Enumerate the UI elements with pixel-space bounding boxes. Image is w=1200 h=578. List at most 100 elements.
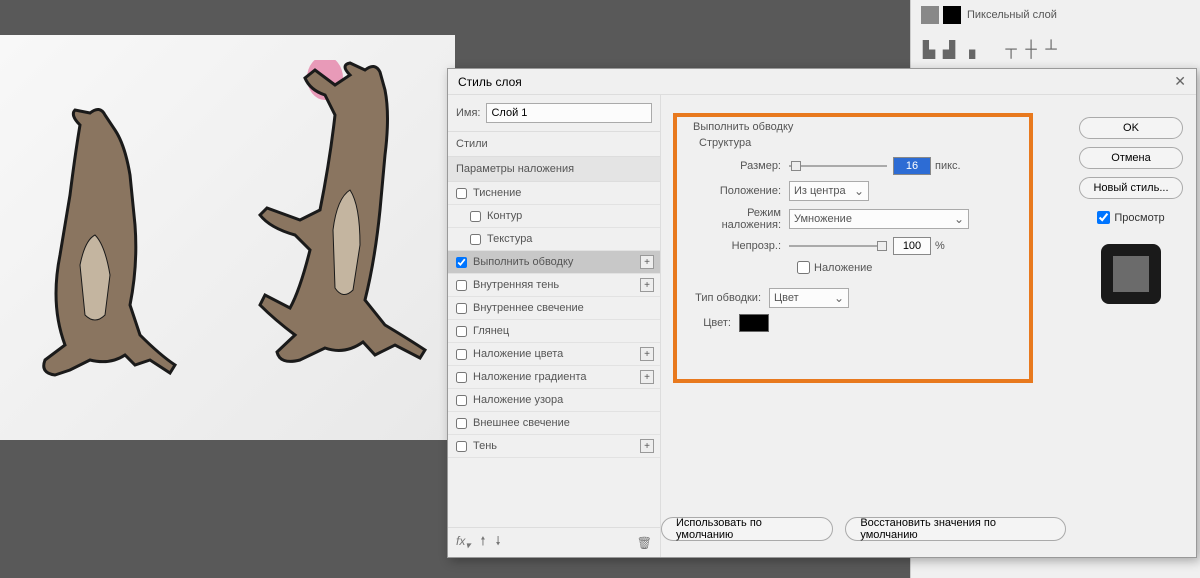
plus-icon[interactable]: + bbox=[640, 255, 654, 269]
opacity-input[interactable] bbox=[893, 237, 931, 255]
style-checkbox[interactable] bbox=[456, 188, 467, 199]
cat-figure-1 bbox=[20, 105, 210, 385]
style-item[interactable]: Глянец bbox=[448, 320, 660, 343]
reset-default-button[interactable]: Восстановить значения по умолчанию bbox=[845, 517, 1066, 541]
align-top-icon[interactable]: ┬ bbox=[1003, 42, 1019, 58]
arrow-down-icon[interactable]: 🠗 bbox=[496, 532, 501, 553]
layer-name-input[interactable] bbox=[486, 103, 652, 123]
params-header[interactable]: Параметры наложения bbox=[448, 157, 660, 182]
overlay-label: Наложение bbox=[814, 262, 872, 274]
opacity-slider[interactable] bbox=[789, 245, 887, 247]
fx-icon[interactable]: fx▾ bbox=[456, 534, 470, 551]
style-item[interactable]: Внутренняя тень + bbox=[448, 274, 660, 297]
style-item-label: Наложение узора bbox=[473, 394, 563, 406]
style-item[interactable]: Внутреннее свечение bbox=[448, 297, 660, 320]
style-checkbox[interactable] bbox=[456, 395, 467, 406]
opacity-unit: % bbox=[935, 240, 945, 252]
style-item[interactable]: Наложение узора bbox=[448, 389, 660, 412]
style-item[interactable]: Тень + bbox=[448, 435, 660, 458]
style-item[interactable]: Тиснение bbox=[448, 182, 660, 205]
align-left-icon[interactable]: ▙ bbox=[921, 42, 937, 58]
dialog-titlebar[interactable]: Стиль слоя ✕ bbox=[448, 69, 1196, 95]
plus-icon[interactable]: + bbox=[640, 370, 654, 384]
style-item-label: Контур bbox=[487, 210, 522, 222]
style-checkbox[interactable] bbox=[456, 280, 467, 291]
style-item-label: Тень bbox=[473, 440, 497, 452]
align-center-h-icon[interactable]: ▟ bbox=[941, 42, 957, 58]
size-input[interactable] bbox=[893, 157, 931, 175]
style-checkbox[interactable] bbox=[456, 257, 467, 268]
preview-checkbox[interactable] bbox=[1097, 211, 1110, 224]
layer-row[interactable]: Пиксельный слой bbox=[911, 0, 1200, 30]
opacity-label: Непрозр.: bbox=[693, 240, 789, 252]
style-checkbox[interactable] bbox=[456, 326, 467, 337]
cancel-button[interactable]: Отмена bbox=[1079, 147, 1183, 169]
style-item-label: Внешнее свечение bbox=[473, 417, 570, 429]
style-checkbox[interactable] bbox=[456, 372, 467, 383]
size-label: Размер: bbox=[693, 160, 789, 172]
trash-icon[interactable]: 🗑 bbox=[637, 536, 652, 550]
preview-thumbnail bbox=[1101, 244, 1161, 304]
stroke-section-title: Выполнить обводку bbox=[693, 121, 1034, 133]
style-item-label: Тиснение bbox=[473, 187, 521, 199]
structure-title: Структура bbox=[699, 137, 1034, 149]
style-item-label: Наложение цвета bbox=[473, 348, 563, 360]
canvas-area[interactable] bbox=[0, 35, 455, 440]
preview-label: Просмотр bbox=[1114, 212, 1164, 224]
size-slider[interactable] bbox=[789, 165, 887, 167]
layer-style-dialog: Стиль слоя ✕ Имя: Стили Параметры наложе… bbox=[447, 68, 1197, 558]
plus-icon[interactable]: + bbox=[640, 439, 654, 453]
size-unit: пикс. bbox=[935, 160, 961, 172]
style-checkbox[interactable] bbox=[456, 441, 467, 452]
blend-label: Режим наложения: bbox=[693, 207, 789, 231]
stroke-type-label: Тип обводки: bbox=[693, 292, 769, 304]
style-item-label: Наложение градиента bbox=[473, 371, 587, 383]
dialog-title-text: Стиль слоя bbox=[458, 75, 522, 89]
style-item[interactable]: Наложение градиента + bbox=[448, 366, 660, 389]
dialog-left-column: Имя: Стили Параметры наложения Тиснение К… bbox=[448, 95, 661, 557]
position-select[interactable]: Из центра bbox=[789, 181, 869, 201]
layer-label: Пиксельный слой bbox=[967, 9, 1057, 21]
style-checkbox[interactable] bbox=[456, 349, 467, 360]
stroke-type-select[interactable]: Цвет bbox=[769, 288, 849, 308]
align-bottom-icon[interactable]: ┴ bbox=[1043, 42, 1059, 58]
dialog-center: Выполнить обводку Структура Размер: пикс… bbox=[661, 95, 1066, 557]
style-item[interactable]: Текстура bbox=[448, 228, 660, 251]
overlay-checkbox[interactable] bbox=[797, 261, 810, 274]
fx-footer: fx▾ 🠕 🠗 🗑 bbox=[448, 527, 660, 557]
style-item-label: Глянец bbox=[473, 325, 509, 337]
style-item[interactable]: Наложение цвета + bbox=[448, 343, 660, 366]
style-item-label: Выполнить обводку bbox=[473, 256, 573, 268]
layer-mask-icon bbox=[943, 6, 961, 24]
style-checkbox[interactable] bbox=[456, 303, 467, 314]
style-item[interactable]: Контур bbox=[448, 205, 660, 228]
close-icon[interactable]: ✕ bbox=[1174, 73, 1186, 90]
style-item-label: Внутреннее свечение bbox=[473, 302, 584, 314]
color-label: Цвет: bbox=[693, 317, 739, 329]
blend-mode-select[interactable]: Умножение bbox=[789, 209, 969, 229]
styles-header[interactable]: Стили bbox=[448, 131, 660, 157]
align-center-v-icon[interactable]: ┼ bbox=[1023, 42, 1039, 58]
position-label: Положение: bbox=[693, 185, 789, 197]
style-item-label: Внутренняя тень bbox=[473, 279, 559, 291]
dialog-right-column: OK Отмена Новый стиль... Просмотр bbox=[1066, 95, 1196, 557]
plus-icon[interactable]: + bbox=[640, 278, 654, 292]
ok-button[interactable]: OK bbox=[1079, 117, 1183, 139]
style-checkbox[interactable] bbox=[470, 234, 481, 245]
style-list: Тиснение Контур Текстура Выполнить обводку +… bbox=[448, 182, 660, 527]
style-checkbox[interactable] bbox=[456, 418, 467, 429]
style-item[interactable]: Выполнить обводку + bbox=[448, 251, 660, 274]
color-swatch[interactable] bbox=[739, 314, 769, 332]
cat-figure-2 bbox=[255, 60, 435, 380]
style-item-label: Текстура bbox=[487, 233, 532, 245]
new-style-button[interactable]: Новый стиль... bbox=[1079, 177, 1183, 199]
layer-thumbnail-icon bbox=[921, 6, 939, 24]
plus-icon[interactable]: + bbox=[640, 347, 654, 361]
make-default-button[interactable]: Использовать по умолчанию bbox=[661, 517, 833, 541]
style-checkbox[interactable] bbox=[470, 211, 481, 222]
align-right-icon[interactable]: ▗ bbox=[961, 42, 977, 58]
arrow-up-icon[interactable]: 🠕 bbox=[480, 532, 485, 553]
align-toolbar: ▙ ▟ ▗ ┬ ┼ ┴ bbox=[911, 30, 1200, 70]
style-item[interactable]: Внешнее свечение bbox=[448, 412, 660, 435]
name-label: Имя: bbox=[456, 107, 480, 119]
